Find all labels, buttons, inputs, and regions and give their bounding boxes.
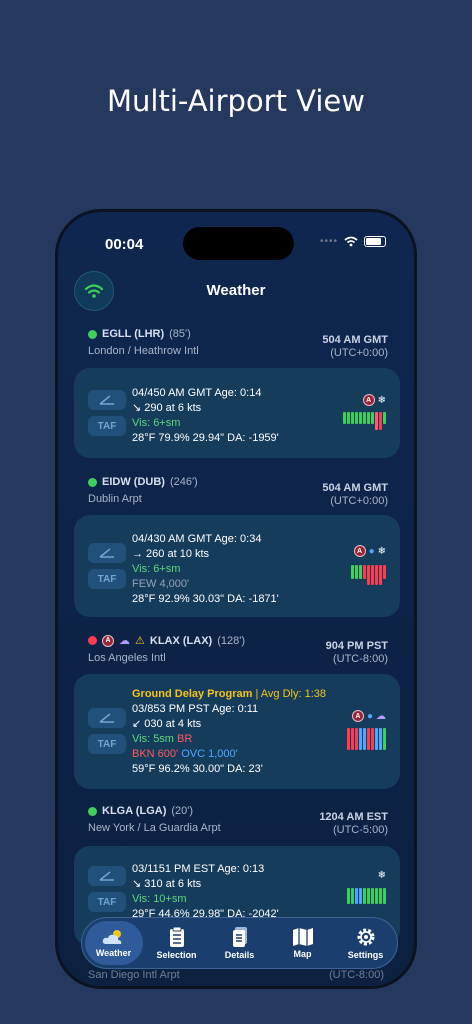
visibility: Vis: 6+sm: [132, 563, 181, 575]
runway-icon: [99, 871, 114, 881]
taf-button[interactable]: TAF: [88, 569, 126, 589]
wifi-status-icon: [344, 236, 358, 247]
flight-category-dot: [88, 636, 97, 645]
station-code: EIDW (DUB): [102, 476, 165, 488]
rain-drop-icon: ●: [366, 710, 373, 722]
map-icon: [292, 928, 313, 946]
wind: ↙ 030 at 4 kts: [132, 718, 202, 730]
status-time: 00:04: [105, 236, 144, 253]
station-header-klax[interactable]: A ☁ ⚠ KLAX (LAX) (128') Los Angeles Intl 904…: [88, 634, 388, 665]
gear-icon: [357, 928, 374, 946]
station-header-egll[interactable]: EGLL (LHR) (85') London / Heathrow Intl 5…: [88, 328, 388, 359]
dynamic-island: [183, 227, 294, 260]
phone-frame: 00:04 •••• Weather EGLL (LHR) (85') Londo…: [55, 209, 417, 989]
cloud-icon: ☁: [119, 635, 130, 647]
metar-card-egll[interactable]: TAF 04/450 AM GMT Age: 0:14 ↘ 290 at 6 k…: [74, 368, 400, 458]
forecast-bars: [347, 728, 386, 750]
runway-icon: [99, 713, 114, 723]
runway-button[interactable]: [88, 543, 126, 563]
alert-a-icon: A: [362, 394, 375, 406]
status-icons: ••••: [320, 236, 386, 247]
runway-button[interactable]: [88, 708, 126, 728]
local-time: 504 AM GMT (UTC+0:00): [322, 334, 388, 359]
marketing-title: Multi-Airport View: [106, 84, 365, 118]
rain-drop-icon: ●: [368, 545, 375, 557]
document-icon: [232, 927, 247, 947]
temperature-line: 28°F 79.9% 29.94" DA: -1959': [132, 432, 279, 444]
battery-icon: [364, 236, 386, 247]
station-elevation: (128'): [217, 634, 245, 647]
taf-button[interactable]: TAF: [88, 734, 126, 754]
local-time: 1204 AM EST (UTC-5:00): [319, 811, 388, 836]
flight-category-dot: [88, 477, 97, 487]
wind: → 260 at 10 kts: [132, 548, 210, 560]
tab-map[interactable]: Map: [274, 927, 332, 959]
signal-icon: ••••: [319, 236, 338, 247]
cloud-layer: FEW 4,000': [132, 578, 190, 590]
tab-settings[interactable]: Settings: [337, 926, 395, 960]
next-station-name: San Diego Intl Arpt: [88, 969, 180, 981]
next-station-utc: (UTC-8:00): [328, 969, 384, 981]
runway-icon: [99, 395, 114, 405]
station-code: KLAX (LAX): [149, 634, 213, 647]
weather-icon: [102, 930, 121, 944]
nav-title: Weather: [206, 282, 266, 299]
ground-delay-line: Ground Delay Program | Avg Dly: 1:38: [132, 688, 327, 700]
visibility: Vis: 6+sm: [132, 417, 181, 429]
taf-button[interactable]: TAF: [88, 416, 126, 436]
wind: ↘ 290 at 6 kts: [132, 402, 202, 414]
station-code: KLGA (LGA): [102, 805, 167, 817]
local-time: 904 PM PST (UTC-8:00): [325, 640, 388, 665]
app-screen: 00:04 •••• Weather EGLL (LHR) (85') Londo…: [58, 212, 414, 986]
tab-selection[interactable]: Selection: [148, 926, 206, 960]
tab-weather[interactable]: Weather: [84, 921, 143, 965]
snow-icon: ❄: [377, 394, 386, 406]
station-elevation: (246'): [169, 476, 198, 488]
metar-card-eidw[interactable]: TAF 04/430 AM GMT Age: 0:34 → 260 at 10 …: [74, 515, 400, 617]
station-header-eidw[interactable]: EIDW (DUB) (246') Dublin Arpt 504 AM GMT(…: [88, 476, 388, 507]
observation-time: 03/1151 PM EST Age: 0:13: [132, 863, 265, 875]
runway-button[interactable]: [88, 866, 126, 886]
tab-details[interactable]: Details: [211, 926, 269, 960]
alert-a-icon: A: [102, 634, 114, 647]
station-code: EGLL (LHR): [102, 328, 165, 340]
snow-icon: ❄: [377, 545, 386, 557]
cloud-icon: ☁: [376, 710, 386, 722]
runway-button[interactable]: [88, 390, 126, 410]
station-header-klga[interactable]: KLGA (LGA) (20') New York / La Guardia Ar…: [88, 805, 388, 836]
alert-a-icon: A: [351, 710, 364, 722]
tab-bar: Weather Selection Details Map Settings: [81, 917, 398, 969]
warning-icon: ⚠: [135, 635, 145, 647]
clipboard-list-icon: [169, 926, 184, 947]
observation-time: 03/853 PM PST Age: 0:11: [132, 703, 259, 715]
visibility-line: Vis: 5sm BR: [132, 733, 193, 745]
local-time: 504 AM GMT (UTC+0:00): [322, 482, 388, 507]
taf-button[interactable]: TAF: [88, 892, 126, 912]
forecast-bars: [347, 888, 386, 904]
flight-category-dot: [88, 806, 97, 816]
metar-card-klax[interactable]: TAF Ground Delay Program | Avg Dly: 1:38…: [74, 674, 400, 789]
temperature-line: 59°F 96.2% 30.00" DA: 23': [132, 763, 263, 775]
wind: ↘ 310 at 6 kts: [132, 878, 202, 890]
flight-category-dot: [88, 329, 97, 339]
temperature-line: 28°F 92.9% 30.03" DA: -1871': [132, 593, 279, 605]
station-elevation: (20'): [171, 805, 194, 817]
runway-icon: [99, 548, 114, 558]
forecast-bars: [343, 412, 386, 430]
observation-time: 04/450 AM GMT Age: 0:14: [132, 387, 262, 399]
station-elevation: (85'): [169, 328, 191, 340]
alert-a-icon: A: [353, 545, 366, 557]
snow-icon: ❄: [377, 870, 386, 881]
cloud-layers: BKN 600' OVC 1,000': [132, 748, 238, 760]
observation-time: 04/430 AM GMT Age: 0:34: [132, 533, 262, 545]
visibility: Vis: 10+sm: [132, 893, 187, 905]
forecast-bars: [351, 565, 386, 585]
